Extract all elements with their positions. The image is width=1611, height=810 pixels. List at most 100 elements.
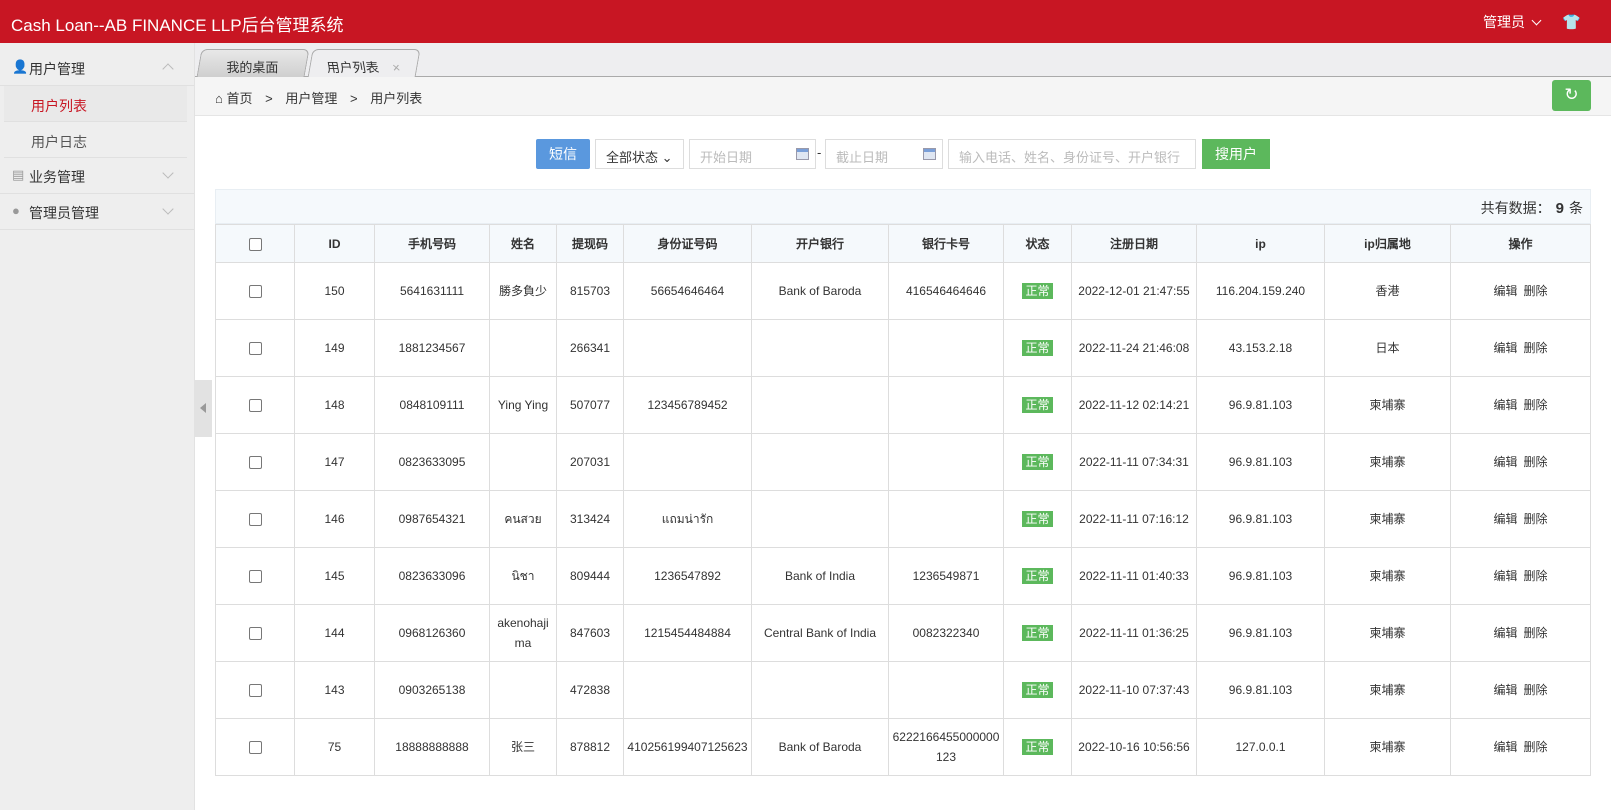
delete-link[interactable]: 删除 <box>1524 284 1548 298</box>
cell-date: 2022-11-24 21:46:08 <box>1071 319 1197 377</box>
cell-name <box>489 661 557 719</box>
cell-id: 75 <box>294 718 375 776</box>
edit-link[interactable]: 编辑 <box>1493 740 1517 754</box>
cell-bank <box>751 319 889 377</box>
cell-ip: 96.9.81.103 <box>1196 661 1325 719</box>
edit-link[interactable]: 编辑 <box>1493 626 1517 640</box>
row-checkbox[interactable] <box>248 627 262 641</box>
row-checkbox[interactable] <box>248 342 262 356</box>
sidebar-item-user-log[interactable]: 用户日志 <box>4 122 187 158</box>
cell-id: 146 <box>294 490 375 548</box>
cell-actions: 编辑 删除 <box>1450 604 1591 662</box>
edit-link[interactable]: 编辑 <box>1493 284 1517 298</box>
row-select-cell[interactable] <box>215 262 295 320</box>
sidebar-item-user-list[interactable]: 用户列表 <box>4 86 187 122</box>
cell-actions: 编辑 删除 <box>1450 433 1591 491</box>
cell-name: akenohajima <box>489 604 557 662</box>
cell-idcard: 1215454484884 <box>623 604 752 662</box>
cell-name: 张三 <box>489 718 557 776</box>
tab-user-list[interactable]: 用户列表 × <box>307 49 421 78</box>
row-checkbox[interactable] <box>248 513 262 527</box>
search-input[interactable]: 输入电话、姓名、身份证号、开户银行 <box>948 139 1196 169</box>
cell-idcard <box>623 661 752 719</box>
edit-link[interactable]: 编辑 <box>1493 455 1517 469</box>
refresh-button[interactable]: ↻ <box>1552 80 1591 111</box>
sidebar-collapse-handle[interactable] <box>195 380 212 437</box>
end-date-placeholder: 截止日期 <box>836 150 889 165</box>
cell-idcard: 410256199407125623 <box>623 718 752 776</box>
status-badge: 正常 <box>1022 568 1053 584</box>
cell-loc: 柬埔寨 <box>1324 490 1451 548</box>
edit-link[interactable]: 编辑 <box>1493 569 1517 583</box>
edit-link[interactable]: 编辑 <box>1493 512 1517 526</box>
row-select-cell[interactable] <box>215 376 295 434</box>
tab-my-desktop[interactable]: 我的桌面 <box>196 49 310 77</box>
cell-idcard: 1236547892 <box>623 547 752 605</box>
edit-link[interactable]: 编辑 <box>1493 683 1517 697</box>
cell-code: 472838 <box>556 661 624 719</box>
sidebar-group-admin-management[interactable]: ● 管理员管理 <box>0 194 194 230</box>
admin-label: 管理员 <box>1483 14 1525 30</box>
cell-card: 1236549871 <box>888 547 1004 605</box>
row-select-cell[interactable] <box>215 547 295 605</box>
cell-phone: 5641631111 <box>374 262 490 320</box>
row-select-cell[interactable] <box>215 604 295 662</box>
total-value: 9 <box>1555 200 1564 217</box>
close-icon[interactable]: × <box>391 60 401 75</box>
column-header: 注册日期 <box>1071 224 1197 263</box>
cell-ip: 96.9.81.103 <box>1196 547 1325 605</box>
delete-link[interactable]: 删除 <box>1524 683 1548 697</box>
row-select-cell[interactable] <box>215 718 295 776</box>
table-row: 146 0987654321 คนสวย 313424 แถมน่ารัก 正常 2022-… <box>215 490 1591 548</box>
book-icon: ▤ <box>12 167 25 182</box>
column-header: ID <box>294 224 375 263</box>
row-select-cell[interactable] <box>215 319 295 377</box>
header-select-all[interactable] <box>215 224 295 263</box>
delete-link[interactable]: 删除 <box>1524 569 1548 583</box>
row-select-cell[interactable] <box>215 433 295 491</box>
cell-date: 2022-11-11 07:16:12 <box>1071 490 1197 548</box>
edit-link[interactable]: 编辑 <box>1493 398 1517 412</box>
cell-date: 2022-11-11 01:40:33 <box>1071 547 1197 605</box>
row-checkbox[interactable] <box>248 570 262 584</box>
column-header: 手机号码 <box>374 224 490 263</box>
status-badge: 正常 <box>1022 682 1053 698</box>
row-checkbox[interactable] <box>248 399 262 413</box>
row-select-cell[interactable] <box>215 490 295 548</box>
cell-loc: 柬埔寨 <box>1324 604 1451 662</box>
select-all-checkbox[interactable] <box>248 237 262 251</box>
delete-link[interactable]: 删除 <box>1524 341 1548 355</box>
cell-id: 144 <box>294 604 375 662</box>
cell-idcard: แถมน่ารัก <box>623 490 752 548</box>
breadcrumb-item[interactable]: 用户管理 <box>285 91 337 106</box>
cell-date: 2022-11-11 01:36:25 <box>1071 604 1197 662</box>
search-users-button[interactable]: 搜用户 <box>1202 139 1270 169</box>
sidebar-group-business-management[interactable]: ▤ 业务管理 <box>0 158 194 194</box>
sidebar-group-user-management[interactable]: 👤 用户管理 <box>0 50 194 86</box>
tshirt-icon[interactable]: 👕 <box>1562 13 1581 31</box>
breadcrumb-home[interactable]: 首页 <box>226 91 252 106</box>
row-checkbox[interactable] <box>248 741 262 755</box>
delete-link[interactable]: 删除 <box>1524 512 1548 526</box>
user-icon: 👤 <box>12 59 29 74</box>
cell-bank <box>751 490 889 548</box>
row-select-cell[interactable] <box>215 661 295 719</box>
column-header: 开户银行 <box>751 224 889 263</box>
edit-link[interactable]: 编辑 <box>1493 341 1517 355</box>
cell-date: 2022-11-11 07:34:31 <box>1071 433 1197 491</box>
status-badge: 正常 <box>1022 625 1053 641</box>
end-date-input[interactable]: 截止日期 <box>825 139 943 169</box>
table-row: 75 18888888888 张三 878812 410256199407125623 B… <box>215 718 1591 776</box>
sms-button[interactable]: 短信 <box>536 139 590 169</box>
delete-link[interactable]: 删除 <box>1524 455 1548 469</box>
row-checkbox[interactable] <box>248 684 262 698</box>
row-checkbox[interactable] <box>248 285 262 299</box>
delete-link[interactable]: 删除 <box>1524 740 1548 754</box>
status-select[interactable]: 全部状态 ⌄ <box>595 139 684 169</box>
delete-link[interactable]: 删除 <box>1524 626 1548 640</box>
admin-menu[interactable]: 管理员 <box>1483 12 1542 32</box>
delete-link[interactable]: 删除 <box>1524 398 1548 412</box>
row-checkbox[interactable] <box>248 456 262 470</box>
start-date-input[interactable]: 开始日期 <box>689 139 816 169</box>
cell-phone: 0903265138 <box>374 661 490 719</box>
